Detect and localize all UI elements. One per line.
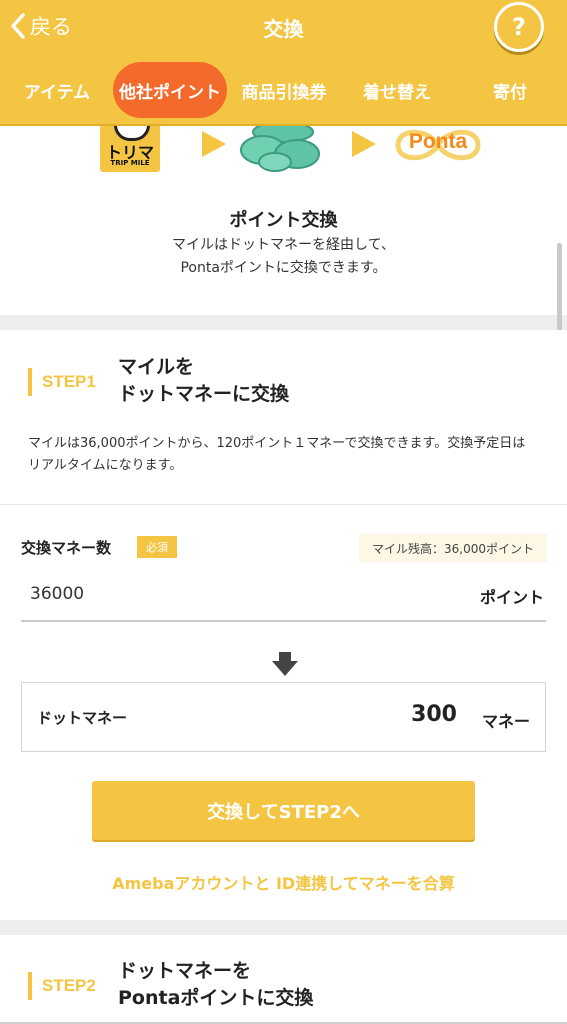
step1-title-line: マイルを bbox=[118, 356, 195, 378]
input-unit: ポイント bbox=[479, 588, 544, 607]
intro-description-line: Pontaポイントに交換できます。 bbox=[180, 260, 387, 276]
help-button[interactable]: ? bbox=[494, 2, 544, 52]
step1-label: STEP1 bbox=[28, 368, 96, 396]
exchange-amount-input[interactable] bbox=[21, 570, 441, 618]
tab-other-points[interactable]: 他社ポイント bbox=[113, 62, 227, 118]
coins-icon bbox=[240, 126, 320, 172]
intro-description-line: マイルはドットマネーを経由して、 bbox=[172, 237, 395, 253]
exchange-amount-row: ポイント bbox=[21, 570, 546, 622]
ponta-logo-text: Ponta bbox=[408, 130, 468, 153]
ameba-link[interactable]: Amebaアカウントと ID連携してマネーを合算 bbox=[0, 870, 567, 894]
dotmoney-unit: マネー bbox=[481, 712, 530, 731]
tab-donation[interactable]: 寄付 bbox=[470, 62, 550, 118]
tab-label: 商品引換券 bbox=[241, 82, 327, 103]
dotmoney-result-box: ドットマネー 300 マネー bbox=[21, 682, 546, 752]
ponta-logo: Ponta bbox=[388, 126, 488, 168]
arrow-right-icon bbox=[352, 131, 376, 157]
step2-title-line: Pontaポイントに交換 bbox=[118, 987, 314, 1009]
intro-description: マイルはドットマネーを経由して、 Pontaポイントに交換できます。 bbox=[0, 234, 567, 280]
torima-logo-subtext: TRIP MILE bbox=[110, 159, 150, 167]
question-icon: ? bbox=[512, 13, 526, 41]
tab-label: 着せ替え bbox=[363, 82, 431, 103]
intro-card: トリマ TRIP MILE Ponta ポイント交換 マイルはドットマネーを経由… bbox=[0, 126, 567, 315]
arrow-down-icon bbox=[272, 652, 298, 676]
dotmoney-label: ドットマネー bbox=[37, 709, 128, 727]
tab-voucher[interactable]: 商品引換券 bbox=[234, 62, 334, 118]
tab-item[interactable]: アイテム bbox=[10, 62, 104, 118]
tab-label: アイテム bbox=[23, 82, 91, 103]
dotmoney-value: 300 bbox=[411, 702, 457, 727]
exchange-amount-label: 交換マネー数 bbox=[21, 539, 112, 557]
step2-label: STEP2 bbox=[28, 972, 96, 1000]
tab-dressup[interactable]: 着せ替え bbox=[350, 62, 444, 118]
step2-title-line: ドットマネーを bbox=[118, 960, 252, 982]
arrow-right-icon bbox=[202, 131, 226, 157]
divider bbox=[0, 504, 567, 505]
exchange-to-step2-button[interactable]: 交換してSTEP2へ bbox=[92, 781, 475, 840]
step1-card: STEP1 マイルを ドットマネーに交換 マイルは36,000ポイントから、12… bbox=[0, 330, 567, 920]
header: 戻る 交換 ? アイテム 他社ポイント 商品引換券 着せ替え 寄付 bbox=[0, 0, 567, 126]
page-title: 交換 bbox=[263, 17, 304, 41]
tab-label: 他社ポイント bbox=[119, 82, 221, 103]
torima-logo: トリマ TRIP MILE bbox=[100, 126, 160, 172]
step1-note: マイルは36,000ポイントから、120ポイント１マネーで交換できます。交換予定… bbox=[28, 436, 526, 473]
step1-title: マイルを ドットマネーに交換 bbox=[118, 354, 289, 408]
tab-bar: アイテム 他社ポイント 商品引換券 着せ替え 寄付 bbox=[0, 62, 567, 118]
intro-title: ポイント交換 bbox=[229, 210, 338, 231]
step2-title: ドットマネーを Pontaポイントに交換 bbox=[118, 958, 313, 1012]
mile-balance: マイル残高：36,000ポイント bbox=[359, 534, 547, 562]
required-badge: 必須 bbox=[137, 536, 177, 558]
step2-card: STEP2 ドットマネーを Pontaポイントに交換 bbox=[0, 935, 567, 1024]
step1-title-line: ドットマネーに交換 bbox=[118, 383, 290, 405]
tab-label: 寄付 bbox=[493, 82, 527, 103]
